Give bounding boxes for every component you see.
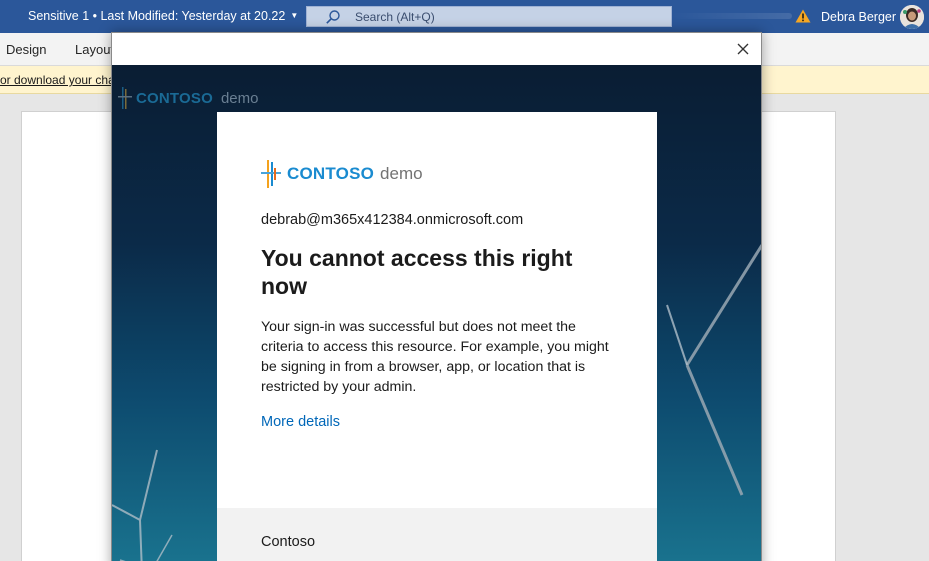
chevron-down-icon: ▼ — [290, 11, 299, 20]
avatar[interactable] — [900, 5, 924, 29]
contoso-logo-icon — [118, 87, 132, 109]
background-logo: CONTOSO demo — [118, 87, 259, 109]
contoso-logo-icon — [261, 160, 281, 188]
avatar-image — [900, 5, 924, 29]
more-details-link[interactable]: More details — [261, 414, 340, 430]
message-bar-link[interactable]: or download your cha — [0, 73, 115, 87]
search-placeholder: Search (Alt+Q) — [355, 10, 435, 24]
tab-design[interactable]: Design — [6, 42, 46, 57]
error-description: Your sign-in was successful but does not… — [261, 319, 609, 395]
logo-word: CONTOSO — [287, 164, 375, 183]
footer-organization: Contoso — [261, 534, 316, 550]
account-email: debrab@m365x412384.onmicrosoft.com — [261, 212, 524, 228]
logo-suffix: demo — [380, 164, 423, 183]
background-logo-suffix: demo — [220, 89, 259, 107]
user-name[interactable]: Debra Berger — [821, 10, 896, 24]
document-title: Sensitive 1 • Last Modified: Yesterday a… — [28, 9, 286, 23]
contoso-logo: CONTOSO demo — [261, 160, 423, 188]
search-input[interactable]: Search (Alt+Q) — [306, 6, 672, 27]
warning-icon[interactable] — [795, 9, 811, 23]
search-icon — [326, 10, 340, 24]
title-bar-decoration — [672, 13, 792, 19]
background-logo-word: CONTOSO — [136, 89, 213, 107]
tab-layout[interactable]: Layout — [75, 42, 114, 57]
document-title-button[interactable]: Sensitive 1 • Last Modified: Yesterday a… — [28, 9, 298, 23]
card-footer: Contoso — [217, 508, 657, 561]
title-bar: Sensitive 1 • Last Modified: Yesterday a… — [0, 0, 929, 33]
dialog-header — [112, 33, 761, 65]
page-title: You cannot access this right now — [261, 245, 573, 299]
close-icon[interactable] — [733, 39, 753, 59]
access-denied-card: CONTOSO demo debrab@m365x412384.onmicros… — [217, 112, 657, 561]
